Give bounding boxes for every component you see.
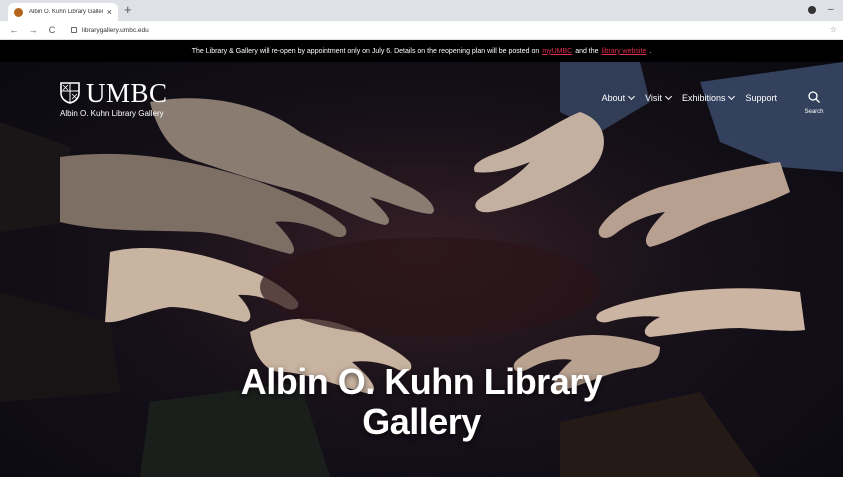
nav-item-exhibitions[interactable]: Exhibitions — [681, 92, 736, 103]
reopening-notice: The Library & Gallery will re-open by ap… — [0, 40, 843, 62]
back-button[interactable]: ← — [9, 25, 19, 35]
nav-item-label: About — [601, 93, 626, 103]
lock-icon[interactable] — [71, 27, 77, 33]
browser-tab[interactable]: Albin O. Kuhn Library Gallery × — [8, 3, 118, 21]
chevron-down-icon — [664, 92, 672, 101]
hero-section: UMBC Albin O. Kuhn Library Gallery About… — [0, 62, 843, 477]
browser-tab-bar: Albin O. Kuhn Library Gallery × + – — [0, 0, 843, 21]
search-label: Search — [804, 109, 824, 115]
nav-item-support[interactable]: Support — [745, 93, 777, 103]
brand-name: UMBC — [86, 78, 168, 108]
notice-text: The Library & Gallery will re-open by ap… — [191, 47, 540, 55]
library-website-link[interactable]: library website — [602, 48, 647, 55]
tab-title: Albin O. Kuhn Library Gallery — [29, 9, 103, 15]
profile-icon[interactable] — [808, 6, 816, 14]
reload-button[interactable]: C — [47, 25, 57, 35]
nav-item-label: Exhibitions — [681, 93, 726, 103]
site-favicon-icon — [14, 7, 23, 17]
umbc-logo[interactable]: UMBC Albin O. Kuhn Library Gallery — [60, 78, 168, 119]
page-title-line-2: Gallery — [362, 401, 481, 442]
nav-item-about[interactable]: About — [601, 92, 636, 103]
nav-item-visit[interactable]: Visit — [645, 92, 672, 103]
umbc-shield-icon — [60, 82, 80, 104]
url-field[interactable]: librarygallery.umbc.edu — [82, 27, 149, 34]
myumbc-link[interactable]: myUMBC — [542, 48, 572, 55]
forward-button[interactable]: → — [28, 25, 38, 35]
notice-text-middle: and the — [575, 47, 599, 55]
address-bar: ← → C librarygallery.umbc.edu ☆ — [0, 21, 843, 40]
gallery-subtitle: Albin O. Kuhn Library Gallery — [60, 109, 164, 118]
page-title-line-1: Albin O. Kuhn Library — [240, 361, 603, 402]
nav-item-label: Visit — [645, 93, 662, 103]
minimize-button[interactable]: – — [828, 4, 834, 15]
nav-item-label: Support — [745, 93, 777, 103]
notice-text-end: . — [649, 47, 652, 55]
tab-close-icon[interactable]: × — [107, 7, 112, 17]
chevron-down-icon — [728, 92, 736, 101]
page-title: Albin O. Kuhn Library Gallery — [0, 362, 843, 442]
search-button[interactable]: Search — [799, 90, 829, 115]
main-nav: About Visit Exhibitions Support — [601, 92, 777, 103]
new-tab-button[interactable]: + — [124, 3, 132, 17]
bookmark-star-icon[interactable]: ☆ — [830, 25, 837, 34]
search-icon — [808, 91, 820, 103]
chevron-down-icon — [628, 92, 636, 101]
